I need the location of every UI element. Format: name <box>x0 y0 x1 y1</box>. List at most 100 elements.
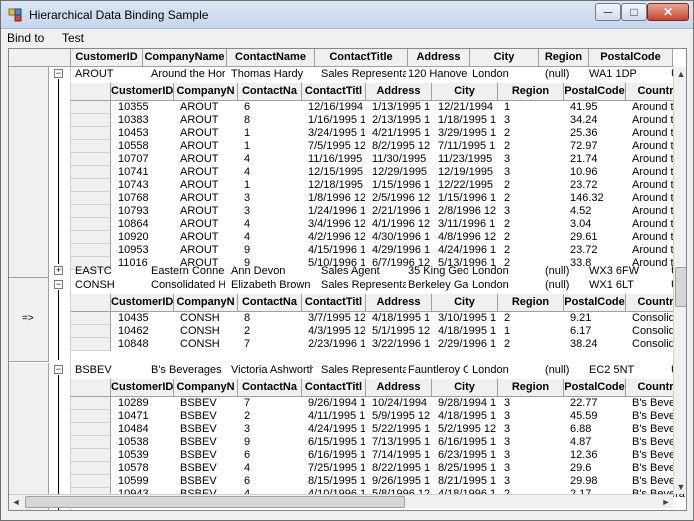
column-header[interactable]: CustomerID <box>71 49 143 67</box>
order-cell[interactable]: 1 <box>241 179 301 192</box>
order-cell[interactable]: 4/21/1995 1 <box>369 127 431 140</box>
order-cell[interactable]: 10538 <box>115 436 173 449</box>
order-cell[interactable]: 6 <box>241 101 301 114</box>
order-cell[interactable]: 7 <box>241 397 301 410</box>
horizontal-scroll-thumb[interactable] <box>25 496 405 508</box>
subgrid-row-header[interactable] <box>71 192 111 205</box>
order-cell[interactable]: 10471 <box>115 410 173 423</box>
subgrid-column-header[interactable]: Address <box>366 83 432 101</box>
order-cell[interactable]: 10953 <box>115 244 173 257</box>
order-cell[interactable]: 3/4/1996 12: <box>305 218 365 231</box>
subgrid-column-header[interactable]: CompanyN <box>174 83 238 101</box>
order-cell[interactable]: 11/16/1995 <box>305 153 365 166</box>
order-cell[interactable]: AROUT <box>177 244 237 257</box>
subgrid-row-header[interactable] <box>71 205 111 218</box>
order-cell[interactable]: 4/18/1995 1 <box>369 312 431 325</box>
order-cell[interactable]: 34.24 <box>567 114 625 127</box>
subgrid-column-header[interactable]: ContactNa <box>238 83 302 101</box>
close-button[interactable]: ✕ <box>647 3 689 21</box>
order-cell[interactable]: 146.32 <box>567 192 625 205</box>
order-cell[interactable]: 4.52 <box>567 205 625 218</box>
column-header[interactable]: Address <box>408 49 470 67</box>
subgrid-row-header[interactable] <box>71 153 111 166</box>
order-cell[interactable]: 1/16/1995 1 <box>305 114 365 127</box>
order-cell[interactable]: 6.88 <box>567 423 625 436</box>
expand-icon[interactable]: + <box>54 266 63 275</box>
order-cell[interactable]: 4 <box>241 153 301 166</box>
order-cell[interactable]: AROUT <box>177 127 237 140</box>
order-cell[interactable]: 2 <box>241 325 301 338</box>
order-cell[interactable]: AROUT <box>177 140 237 153</box>
order-cell[interactable]: 2 <box>501 127 563 140</box>
order-cell[interactable]: BSBEV <box>177 462 237 475</box>
order-cell[interactable]: 23.72 <box>567 244 625 257</box>
order-cell[interactable]: 2 <box>501 192 563 205</box>
order-cell[interactable]: CONSH <box>177 338 237 351</box>
order-cell[interactable]: 9.21 <box>567 312 625 325</box>
order-cell[interactable]: AROUT <box>177 179 237 192</box>
order-cell[interactable]: AROUT <box>177 153 237 166</box>
order-cell[interactable]: 11/30/1995 <box>369 153 431 166</box>
order-cell[interactable]: 4/8/1996 12: <box>435 231 497 244</box>
order-cell[interactable]: 10578 <box>115 462 173 475</box>
subgrid-row-header[interactable] <box>71 166 111 179</box>
row-header[interactable]: => <box>9 278 49 362</box>
order-cell[interactable]: 3 <box>501 114 563 127</box>
order-cell[interactable]: 10383 <box>115 114 173 127</box>
order-cell[interactable]: 4/29/1996 1 <box>369 244 431 257</box>
order-cell[interactable]: AROUT <box>177 231 237 244</box>
order-cell[interactable]: 2/13/1995 1 <box>369 114 431 127</box>
order-cell[interactable]: 6/16/1995 1 <box>305 449 365 462</box>
order-cell[interactable]: 12/21/1994 <box>435 101 497 114</box>
order-cell[interactable]: 2/8/1996 12: <box>435 205 497 218</box>
order-cell[interactable]: 2 <box>501 231 563 244</box>
order-cell[interactable]: 3 <box>241 192 301 205</box>
order-cell[interactable]: 4/15/1996 1 <box>305 244 365 257</box>
subgrid-row-header[interactable] <box>71 218 111 231</box>
order-cell[interactable]: 1/13/1995 1 <box>369 101 431 114</box>
order-cell[interactable]: 2 <box>501 140 563 153</box>
order-cell[interactable]: 4/24/1996 1 <box>435 244 497 257</box>
orders-subgrid[interactable]: CustomerID CompanyN ContactNa ContactTitl Ad… <box>71 83 686 278</box>
order-cell[interactable]: 3/11/1996 1 <box>435 218 497 231</box>
order-cell[interactable]: 7/13/1995 1 <box>369 436 431 449</box>
order-cell[interactable]: 7/5/1995 12: <box>305 140 365 153</box>
collapse-icon[interactable]: − <box>54 365 63 374</box>
subgrid-column-header[interactable]: CustomerID <box>111 294 174 312</box>
order-cell[interactable]: 2/23/1996 1 <box>305 338 365 351</box>
order-cell[interactable]: 10558 <box>115 140 173 153</box>
subgrid-row-header[interactable] <box>71 436 111 449</box>
subgrid-column-header[interactable]: ContactTitl <box>302 294 366 312</box>
customer-row[interactable]: AROUT Around the Horn Thomas Hardy Sales Re… <box>71 67 679 81</box>
order-cell[interactable]: CONSH <box>177 325 237 338</box>
order-cell[interactable]: 3 <box>501 166 563 179</box>
hierarchical-data-grid[interactable]: CustomerID CompanyName ContactName ContactT… <box>8 48 687 511</box>
column-header[interactable]: ContactName <box>227 49 315 67</box>
column-header[interactable]: PostalCode <box>589 49 673 67</box>
order-cell[interactable]: 4/18/1995 1 <box>435 410 497 423</box>
subgrid-column-header[interactable]: Region <box>498 83 564 101</box>
order-cell[interactable]: 1 <box>501 325 563 338</box>
order-cell[interactable]: 3/7/1995 12: <box>305 312 365 325</box>
order-cell[interactable]: BSBEV <box>177 423 237 436</box>
order-cell[interactable]: 2/21/1996 1 <box>369 205 431 218</box>
order-cell[interactable]: 6/15/1995 1 <box>305 436 365 449</box>
order-cell[interactable]: 1/15/1996 1 <box>369 179 431 192</box>
order-cell[interactable]: 10864 <box>115 218 173 231</box>
order-cell[interactable]: 3 <box>501 436 563 449</box>
order-cell[interactable]: 10743 <box>115 179 173 192</box>
order-cell[interactable]: 1/8/1996 12: <box>305 192 365 205</box>
order-cell[interactable]: 4.87 <box>567 436 625 449</box>
subgrid-row-header[interactable] <box>71 423 111 436</box>
order-cell[interactable]: 8 <box>241 114 301 127</box>
subgrid-column-header[interactable]: Region <box>498 294 564 312</box>
order-cell[interactable]: 21.74 <box>567 153 625 166</box>
scroll-left-icon[interactable]: ◄ <box>9 495 23 509</box>
order-cell[interactable]: 7/25/1995 1 <box>305 462 365 475</box>
order-cell[interactable]: 5/1/1995 12: <box>369 325 431 338</box>
scroll-right-icon[interactable]: ► <box>659 495 673 509</box>
orders-subgrid[interactable]: CustomerID CompanyN ContactNa ContactTitl Ad… <box>71 294 686 358</box>
subgrid-column-header[interactable]: PostalCode <box>564 294 626 312</box>
collapse-icon[interactable]: − <box>54 69 63 78</box>
order-cell[interactable]: 72.97 <box>567 140 625 153</box>
